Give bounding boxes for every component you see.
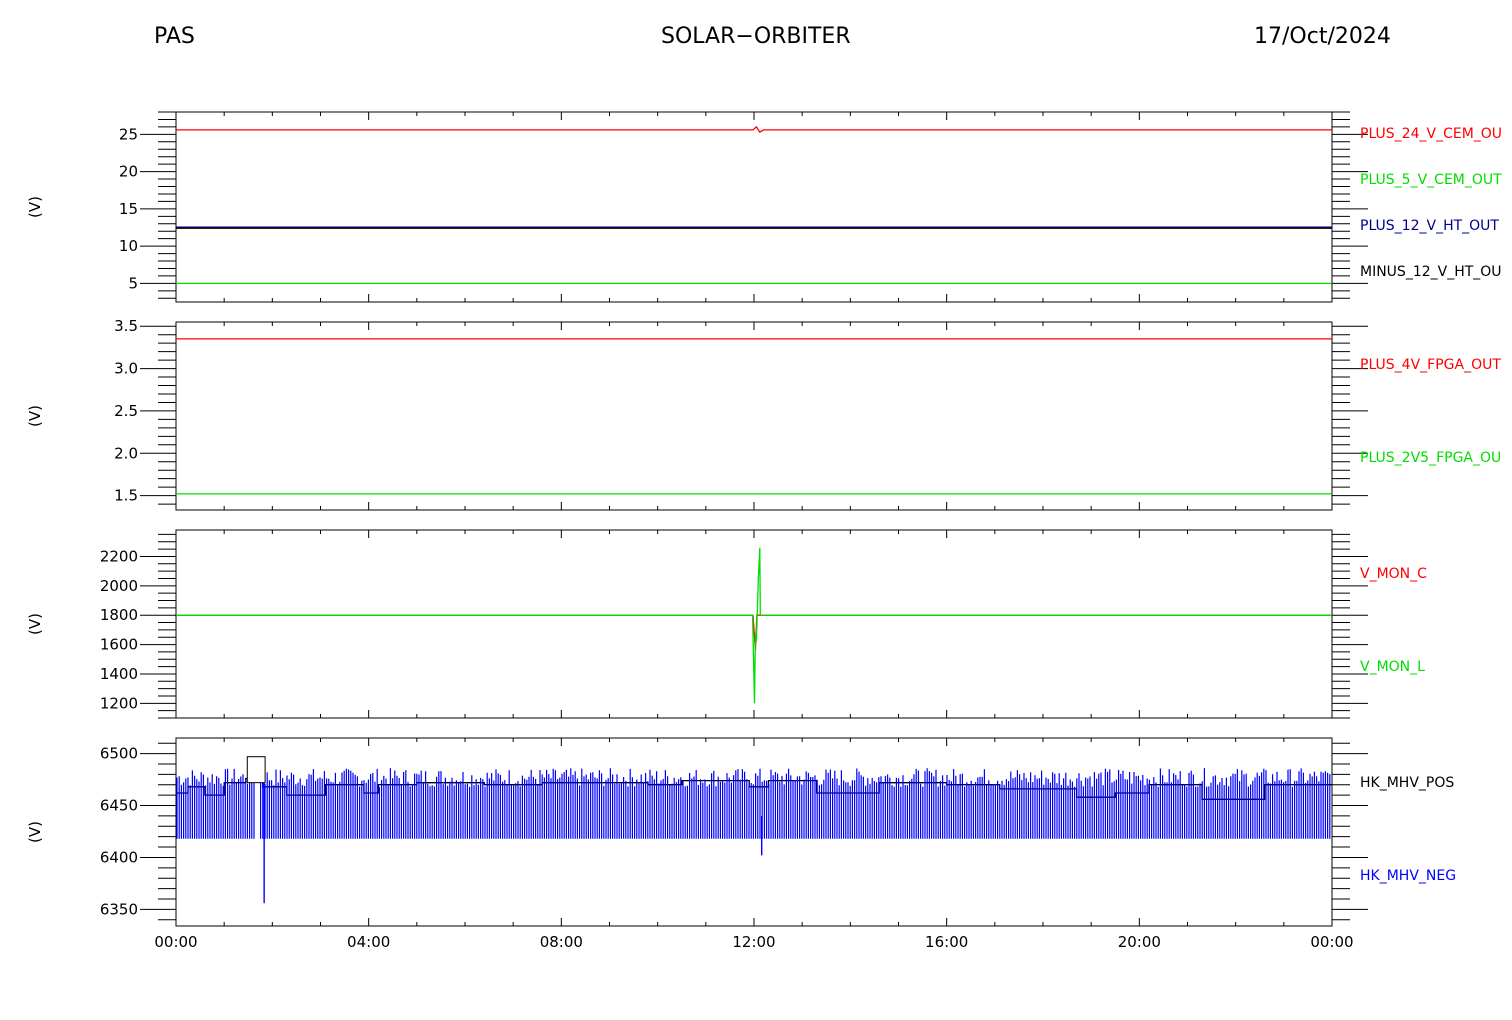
chart-canvas: 5 10 15 20 25 (V) PLUS_24_V_CEM_OU PLUS_5_V_CEM… xyxy=(26,111,1502,951)
y-tick-label: 3.0 xyxy=(114,360,138,378)
x-tick-label: 20:00 xyxy=(1118,933,1161,951)
series-label: PLUS_2V5_FPGA_OU xyxy=(1360,450,1501,466)
y-axis-label: (V) xyxy=(26,821,44,843)
panel-frame-0 xyxy=(175,111,1333,303)
y-tick-label: 15 xyxy=(119,200,138,218)
y-tick-label: 3.5 xyxy=(114,317,138,335)
y-tick-label: 2.5 xyxy=(114,402,138,420)
y-tick-label: 25 xyxy=(119,125,138,143)
y-tick-label: 2200 xyxy=(100,547,138,565)
x-tick-label: 04:00 xyxy=(347,933,390,951)
series-label: PLUS_5_V_CEM_OUT xyxy=(1360,172,1502,188)
series-label: V_MON_C xyxy=(1360,566,1427,582)
x-tick-label: 12:00 xyxy=(732,933,775,951)
y-tick-label: 6500 xyxy=(100,745,138,763)
y-tick-label: 2.0 xyxy=(114,444,138,462)
series-label: V_MON_L xyxy=(1360,659,1425,675)
gap-box xyxy=(246,756,266,784)
series-label: PLUS_24_V_CEM_OU xyxy=(1360,126,1502,142)
x-tick-label: 08:00 xyxy=(540,933,583,951)
y-tick-label: 1800 xyxy=(100,606,138,624)
y-axis-label: (V) xyxy=(26,196,44,218)
series-label: HK_MHV_NEG xyxy=(1360,868,1456,884)
x-tick-label: 00:00 xyxy=(154,933,197,951)
y-tick-label: 6450 xyxy=(100,797,138,815)
y-axis-label: (V) xyxy=(26,613,44,635)
series-line-hk-mhv-neg xyxy=(176,768,1331,839)
x-tick-label: 00:00 xyxy=(1310,933,1353,951)
series-line-plus-24-v-cem-ou xyxy=(176,125,1332,133)
y-tick-label: 1.5 xyxy=(114,487,138,505)
series-label: HK_MHV_POS xyxy=(1360,775,1454,791)
y-tick-label: 20 xyxy=(119,163,138,181)
y-tick-label: 2000 xyxy=(100,577,138,595)
panel-frame-1 xyxy=(175,321,1333,511)
y-axis-label: (V) xyxy=(26,405,44,427)
series-label: PLUS_4V_FPGA_OUT xyxy=(1360,357,1501,373)
y-tick-label: 1400 xyxy=(100,665,138,683)
series-label: MINUS_12_V_HT_OU xyxy=(1360,264,1502,280)
y-tick-label: 6350 xyxy=(100,900,138,918)
y-tick-label: 1200 xyxy=(100,694,138,712)
y-tick-label: 5 xyxy=(128,274,138,292)
y-tick-label: 1600 xyxy=(100,636,138,654)
y-tick-label: 10 xyxy=(119,237,138,255)
series-label: PLUS_12_V_HT_OUT xyxy=(1360,218,1499,234)
y-tick-label: 6400 xyxy=(100,848,138,866)
x-tick-label: 16:00 xyxy=(925,933,968,951)
series-line-v-mon-c xyxy=(176,614,1332,651)
